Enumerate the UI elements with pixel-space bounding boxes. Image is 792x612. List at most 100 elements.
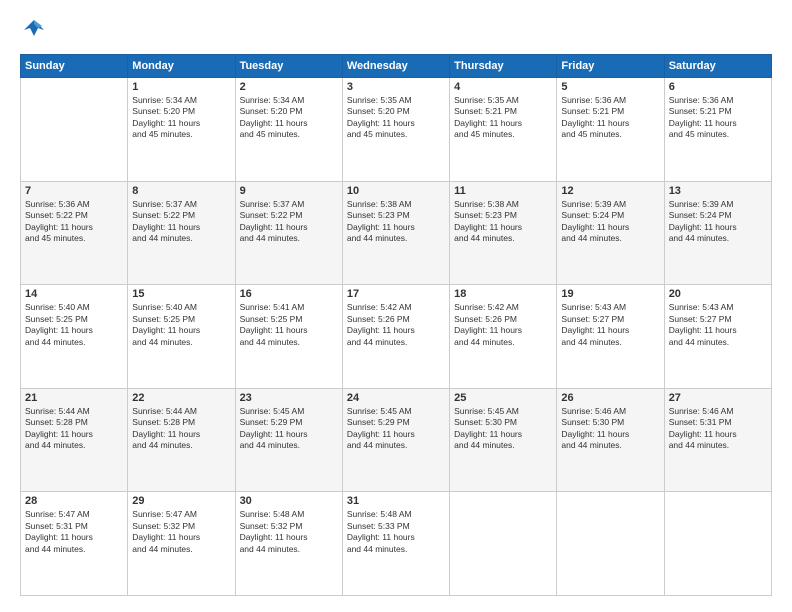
calendar-cell: 31Sunrise: 5:48 AM Sunset: 5:33 PM Dayli… <box>342 492 449 596</box>
calendar-day-header: Friday <box>557 55 664 78</box>
day-number: 4 <box>454 81 552 93</box>
calendar-cell: 28 Sunrise: 5:47 AM Sunset: 5:31 PM Dayli… <box>21 492 128 596</box>
calendar-table: SundayMondayTuesdayWednesdayThursdayFrid… <box>20 54 772 596</box>
logo <box>20 16 52 44</box>
day-number: 14 <box>25 288 123 300</box>
day-number: 15 <box>132 288 230 300</box>
calendar-cell: 10 Sunrise: 5:38 AM Sunset: 5:23 PM Dayli… <box>342 181 449 285</box>
day-info: Sunrise: 5:45 AM Sunset: 5:29 PM Dayligh… <box>347 406 445 452</box>
day-info: Sunrise: 5:37 AM Sunset: 5:22 PM Dayligh… <box>240 199 338 245</box>
calendar-cell: 18 Sunrise: 5:42 AM Sunset: 5:26 PM Dayli… <box>450 285 557 389</box>
calendar-header-row: SundayMondayTuesdayWednesdayThursdayFrid… <box>21 55 772 78</box>
calendar-day-header: Tuesday <box>235 55 342 78</box>
day-info: Sunrise: 5:35 AM Sunset: 5:20 PM Dayligh… <box>347 95 445 141</box>
day-info: Sunrise: 5:43 AM Sunset: 5:27 PM Dayligh… <box>669 302 767 348</box>
calendar-day-header: Saturday <box>664 55 771 78</box>
calendar-cell: 2Sunrise: 5:34 AM Sunset: 5:20 PM Daylig… <box>235 78 342 182</box>
calendar-cell: 24 Sunrise: 5:45 AM Sunset: 5:29 PM Dayli… <box>342 388 449 492</box>
day-number: 29 <box>132 495 230 507</box>
day-number: 24 <box>347 392 445 404</box>
day-info: Sunrise: 5:36 AM Sunset: 5:21 PM Dayligh… <box>561 95 659 141</box>
day-info: Sunrise: 5:42 AM Sunset: 5:26 PM Dayligh… <box>454 302 552 348</box>
calendar-cell: 17 Sunrise: 5:42 AM Sunset: 5:26 PM Dayli… <box>342 285 449 389</box>
day-number: 20 <box>669 288 767 300</box>
day-number: 30 <box>240 495 338 507</box>
calendar-cell: 15Sunrise: 5:40 AM Sunset: 5:25 PM Dayli… <box>128 285 235 389</box>
calendar-cell: 29Sunrise: 5:47 AM Sunset: 5:32 PM Dayli… <box>128 492 235 596</box>
day-info: Sunrise: 5:44 AM Sunset: 5:28 PM Dayligh… <box>25 406 123 452</box>
day-info: Sunrise: 5:38 AM Sunset: 5:23 PM Dayligh… <box>347 199 445 245</box>
day-number: 5 <box>561 81 659 93</box>
day-number: 18 <box>454 288 552 300</box>
day-info: Sunrise: 5:35 AM Sunset: 5:21 PM Dayligh… <box>454 95 552 141</box>
day-number: 7 <box>25 185 123 197</box>
day-number: 19 <box>561 288 659 300</box>
calendar-cell: 5 Sunrise: 5:36 AM Sunset: 5:21 PM Daylig… <box>557 78 664 182</box>
day-number: 10 <box>347 185 445 197</box>
page: SundayMondayTuesdayWednesdayThursdayFrid… <box>0 0 792 612</box>
calendar-week-row: 1Sunrise: 5:34 AM Sunset: 5:20 PM Daylig… <box>21 78 772 182</box>
calendar-cell: 7 Sunrise: 5:36 AM Sunset: 5:22 PM Daylig… <box>21 181 128 285</box>
day-number: 17 <box>347 288 445 300</box>
day-number: 22 <box>132 392 230 404</box>
calendar-cell: 11 Sunrise: 5:38 AM Sunset: 5:23 PM Dayli… <box>450 181 557 285</box>
header <box>20 16 772 44</box>
day-number: 28 <box>25 495 123 507</box>
day-number: 6 <box>669 81 767 93</box>
calendar-cell: 16 Sunrise: 5:41 AM Sunset: 5:25 PM Dayli… <box>235 285 342 389</box>
calendar-day-header: Wednesday <box>342 55 449 78</box>
calendar-cell: 6 Sunrise: 5:36 AM Sunset: 5:21 PM Daylig… <box>664 78 771 182</box>
day-number: 12 <box>561 185 659 197</box>
calendar-week-row: 21 Sunrise: 5:44 AM Sunset: 5:28 PM Dayli… <box>21 388 772 492</box>
day-number: 27 <box>669 392 767 404</box>
calendar-cell: 4 Sunrise: 5:35 AM Sunset: 5:21 PM Daylig… <box>450 78 557 182</box>
calendar-week-row: 14 Sunrise: 5:40 AM Sunset: 5:25 PM Dayli… <box>21 285 772 389</box>
day-info: Sunrise: 5:34 AM Sunset: 5:20 PM Dayligh… <box>132 95 230 141</box>
day-info: Sunrise: 5:34 AM Sunset: 5:20 PM Dayligh… <box>240 95 338 141</box>
day-number: 21 <box>25 392 123 404</box>
calendar-cell: 27 Sunrise: 5:46 AM Sunset: 5:31 PM Dayli… <box>664 388 771 492</box>
day-info: Sunrise: 5:43 AM Sunset: 5:27 PM Dayligh… <box>561 302 659 348</box>
calendar-cell: 3 Sunrise: 5:35 AM Sunset: 5:20 PM Daylig… <box>342 78 449 182</box>
calendar-cell: 12 Sunrise: 5:39 AM Sunset: 5:24 PM Dayli… <box>557 181 664 285</box>
day-info: Sunrise: 5:48 AM Sunset: 5:33 PM Dayligh… <box>347 509 445 555</box>
day-info: Sunrise: 5:36 AM Sunset: 5:21 PM Dayligh… <box>669 95 767 141</box>
calendar-cell: 23 Sunrise: 5:45 AM Sunset: 5:29 PM Dayli… <box>235 388 342 492</box>
calendar-cell: 14 Sunrise: 5:40 AM Sunset: 5:25 PM Dayli… <box>21 285 128 389</box>
calendar-cell: 21 Sunrise: 5:44 AM Sunset: 5:28 PM Dayli… <box>21 388 128 492</box>
calendar-cell: 8 Sunrise: 5:37 AM Sunset: 5:22 PM Daylig… <box>128 181 235 285</box>
day-info: Sunrise: 5:41 AM Sunset: 5:25 PM Dayligh… <box>240 302 338 348</box>
day-number: 9 <box>240 185 338 197</box>
day-info: Sunrise: 5:40 AM Sunset: 5:25 PM Dayligh… <box>25 302 123 348</box>
day-info: Sunrise: 5:47 AM Sunset: 5:31 PM Dayligh… <box>25 509 123 555</box>
calendar-week-row: 28 Sunrise: 5:47 AM Sunset: 5:31 PM Dayli… <box>21 492 772 596</box>
calendar-cell <box>450 492 557 596</box>
day-info: Sunrise: 5:46 AM Sunset: 5:31 PM Dayligh… <box>669 406 767 452</box>
day-info: Sunrise: 5:45 AM Sunset: 5:30 PM Dayligh… <box>454 406 552 452</box>
day-info: Sunrise: 5:45 AM Sunset: 5:29 PM Dayligh… <box>240 406 338 452</box>
calendar-cell: 20 Sunrise: 5:43 AM Sunset: 5:27 PM Dayli… <box>664 285 771 389</box>
day-info: Sunrise: 5:38 AM Sunset: 5:23 PM Dayligh… <box>454 199 552 245</box>
day-info: Sunrise: 5:42 AM Sunset: 5:26 PM Dayligh… <box>347 302 445 348</box>
calendar-cell <box>557 492 664 596</box>
calendar-cell: 1Sunrise: 5:34 AM Sunset: 5:20 PM Daylig… <box>128 78 235 182</box>
day-number: 8 <box>132 185 230 197</box>
day-info: Sunrise: 5:37 AM Sunset: 5:22 PM Dayligh… <box>132 199 230 245</box>
day-number: 26 <box>561 392 659 404</box>
day-info: Sunrise: 5:44 AM Sunset: 5:28 PM Dayligh… <box>132 406 230 452</box>
day-number: 3 <box>347 81 445 93</box>
day-number: 13 <box>669 185 767 197</box>
day-info: Sunrise: 5:46 AM Sunset: 5:30 PM Dayligh… <box>561 406 659 452</box>
day-info: Sunrise: 5:36 AM Sunset: 5:22 PM Dayligh… <box>25 199 123 245</box>
calendar-week-row: 7 Sunrise: 5:36 AM Sunset: 5:22 PM Daylig… <box>21 181 772 285</box>
day-number: 11 <box>454 185 552 197</box>
day-info: Sunrise: 5:39 AM Sunset: 5:24 PM Dayligh… <box>561 199 659 245</box>
calendar-day-header: Sunday <box>21 55 128 78</box>
day-info: Sunrise: 5:39 AM Sunset: 5:24 PM Dayligh… <box>669 199 767 245</box>
calendar-cell: 26 Sunrise: 5:46 AM Sunset: 5:30 PM Dayli… <box>557 388 664 492</box>
day-number: 23 <box>240 392 338 404</box>
day-number: 16 <box>240 288 338 300</box>
calendar-cell: 22 Sunrise: 5:44 AM Sunset: 5:28 PM Dayli… <box>128 388 235 492</box>
calendar-cell: 9 Sunrise: 5:37 AM Sunset: 5:22 PM Daylig… <box>235 181 342 285</box>
calendar-cell: 19 Sunrise: 5:43 AM Sunset: 5:27 PM Dayli… <box>557 285 664 389</box>
